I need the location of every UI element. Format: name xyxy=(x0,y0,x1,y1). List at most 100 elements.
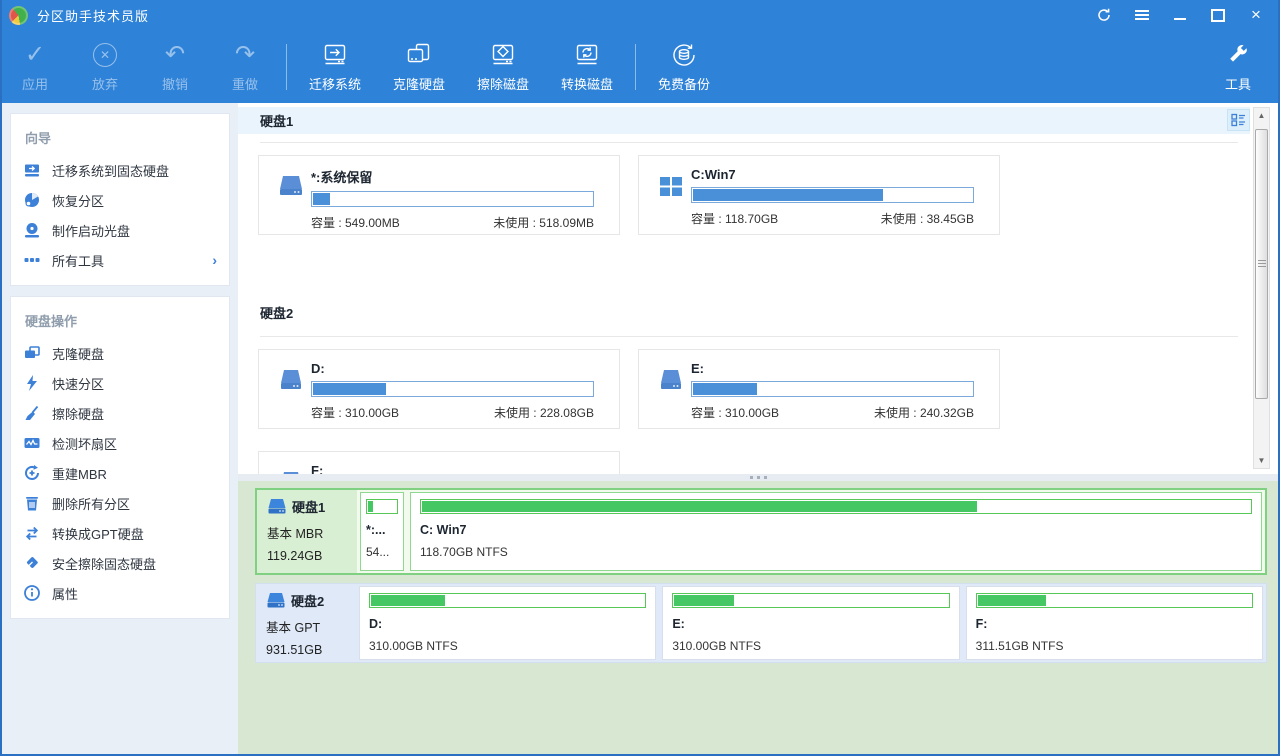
partition-block-system-reserved[interactable]: *:... 54... xyxy=(360,492,404,571)
disk-size: 931.51GB xyxy=(266,643,350,657)
clone-disk-button[interactable]: 克隆硬盘 xyxy=(377,36,461,98)
disk-icon xyxy=(279,175,303,197)
partition-card-c-win7[interactable]: C:Win7 容量 : 118.70GB 未使用 : 38.45GB xyxy=(638,155,1000,235)
disk1-header-band[interactable]: 硬盘1 xyxy=(238,107,1250,134)
sidebar-item-all-tools[interactable]: 所有工具 › xyxy=(23,245,217,275)
minimize-button[interactable] xyxy=(1172,7,1188,23)
discard-button[interactable]: ✕ 放弃 xyxy=(70,36,140,98)
disk-type: 基本 MBR xyxy=(267,523,351,542)
close-button[interactable]: × xyxy=(1248,7,1264,23)
sidebar-item-label: 重建MBR xyxy=(52,464,107,483)
disk1-strip[interactable]: 硬盘1 基本 MBR 119.24GB *:... 54... C: Win7 … xyxy=(255,488,1267,575)
cancel-icon: ✕ xyxy=(93,40,117,70)
sidebar-item-quick-partition[interactable]: 快速分区 xyxy=(23,368,217,398)
toolbar: ✓ 应用 ✕ 放弃 ↶ 撤销 ↷ 重做 迁移系统 xyxy=(0,30,1280,103)
partition-name: F: xyxy=(311,463,594,474)
divider xyxy=(260,336,1238,337)
usage-bar xyxy=(976,593,1253,608)
sidebar-item-convert-to-gpt[interactable]: 转换成GPT硬盘 xyxy=(23,518,217,548)
scroll-up-icon[interactable]: ▲ xyxy=(1254,108,1269,123)
scroll-down-icon[interactable]: ▼ xyxy=(1254,453,1269,468)
scrollbar-thumb[interactable] xyxy=(1255,129,1268,399)
sidebar-item-secure-erase-ssd[interactable]: 安全擦除固态硬盘 xyxy=(23,548,217,578)
list-view-icon xyxy=(1231,113,1246,127)
apply-button[interactable]: ✓ 应用 xyxy=(0,36,70,98)
maximize-button[interactable] xyxy=(1210,7,1226,23)
clone-disk-label: 克隆硬盘 xyxy=(393,74,445,93)
sidebar-item-label: 克隆硬盘 xyxy=(52,344,104,363)
disk1-title: 硬盘1 xyxy=(260,111,293,130)
sidebar-item-label: 转换成GPT硬盘 xyxy=(52,524,144,543)
partition-name: C: Win7 xyxy=(420,523,1252,537)
refresh-icon[interactable] xyxy=(1096,7,1112,23)
vertical-scrollbar[interactable]: ▲ ▼ xyxy=(1253,107,1270,469)
convert-disk-label: 转换磁盘 xyxy=(561,74,613,93)
undo-icon: ↶ xyxy=(165,40,185,70)
disk2-info: 硬盘2 基本 GPT 931.51GB xyxy=(256,584,356,662)
partition-block-c-win7[interactable]: C: Win7 118.70GB NTFS xyxy=(410,492,1262,571)
partition-name: E: xyxy=(691,361,974,376)
sidebar-item-delete-all-partitions[interactable]: 删除所有分区 xyxy=(23,488,217,518)
partition-block-d[interactable]: D: 310.00GB NTFS xyxy=(359,586,656,660)
erase-disk-button[interactable]: 擦除磁盘 xyxy=(461,36,545,98)
sidebar-section-disk-operations: 硬盘操作 克隆硬盘 快速分区 擦除硬盘 xyxy=(10,296,230,619)
capacity-label: 容量 : 549.00MB xyxy=(311,214,400,231)
partition-card-f[interactable]: F: xyxy=(258,451,620,474)
wrench-icon xyxy=(1225,40,1251,70)
usage-bar xyxy=(311,381,594,397)
tools-button[interactable]: 工具 xyxy=(1208,36,1268,98)
disk1-info: 硬盘1 基本 MBR 119.24GB xyxy=(257,490,357,573)
partition-name: F: xyxy=(976,617,1253,631)
redo-label: 重做 xyxy=(232,74,258,93)
sidebar-item-label: 制作启动光盘 xyxy=(52,221,130,240)
sidebar-item-rebuild-mbr[interactable]: 重建MBR xyxy=(23,458,217,488)
free-label: 未使用 : 240.32GB xyxy=(874,404,974,421)
sidebar-item-make-boot-disc[interactable]: 制作启动光盘 xyxy=(23,215,217,245)
partition-name: *:... xyxy=(366,523,398,537)
sidebar-item-clone-disk[interactable]: 克隆硬盘 xyxy=(23,338,217,368)
free-label: 未使用 : 38.45GB xyxy=(881,210,974,227)
boot-disc-icon xyxy=(23,221,41,239)
app-logo-icon xyxy=(9,6,28,25)
usage-bar xyxy=(691,187,974,203)
usage-bar xyxy=(691,381,974,397)
sidebar-item-wipe-disk[interactable]: 擦除硬盘 xyxy=(23,398,217,428)
view-toggle-button[interactable] xyxy=(1227,109,1250,131)
sidebar-item-recover-partition[interactable]: 恢复分区 xyxy=(23,185,217,215)
menu-icon[interactable] xyxy=(1134,7,1150,23)
undo-button[interactable]: ↶ 撤销 xyxy=(140,36,210,98)
partition-card-e[interactable]: E: 容量 : 310.00GB 未使用 : 240.32GB xyxy=(638,349,1000,429)
sidebar-item-label: 属性 xyxy=(52,584,78,603)
sidebar-item-migrate-to-ssd[interactable]: 迁移系统到固态硬盘 xyxy=(23,155,217,185)
disk-clone-icon xyxy=(404,40,434,70)
sidebar-item-check-bad-sectors[interactable]: 检测坏扇区 xyxy=(23,428,217,458)
usage-bar xyxy=(366,499,398,514)
partition-size: 118.70GB NTFS xyxy=(420,545,1252,559)
ellipsis-icon xyxy=(23,251,41,269)
sidebar-item-label: 快速分区 xyxy=(52,374,104,393)
windows-logo-icon xyxy=(659,175,683,197)
convert-disk-button[interactable]: 转换磁盘 xyxy=(545,36,629,98)
sidebar-item-label: 迁移系统到固态硬盘 xyxy=(52,161,169,180)
erase-disk-label: 擦除磁盘 xyxy=(477,74,529,93)
trash-icon xyxy=(23,494,41,512)
disk2-strip[interactable]: 硬盘2 基本 GPT 931.51GB D: 310.00GB NTFS E: … xyxy=(255,583,1267,663)
check-icon: ✓ xyxy=(25,40,45,70)
partition-card-system-reserved[interactable]: *:系统保留 容量 : 549.00MB 未使用 : 518.09MB xyxy=(258,155,620,235)
wave-icon xyxy=(23,434,41,452)
panel-splitter[interactable] xyxy=(238,474,1278,481)
migrate-system-button[interactable]: 迁移系统 xyxy=(293,36,377,98)
pie-restore-icon xyxy=(23,191,41,209)
partition-card-d[interactable]: D: 容量 : 310.00GB 未使用 : 228.08GB xyxy=(258,349,620,429)
sidebar-item-properties[interactable]: 属性 xyxy=(23,578,217,608)
usage-bar xyxy=(369,593,646,608)
app-title: 分区助手技术员版 xyxy=(37,6,149,25)
partition-block-f[interactable]: F: 311.51GB NTFS xyxy=(966,586,1263,660)
sidebar: 向导 迁移系统到固态硬盘 恢复分区 制作启动光盘 xyxy=(2,103,238,754)
capacity-label: 容量 : 310.00GB xyxy=(311,404,399,421)
redo-button[interactable]: ↷ 重做 xyxy=(210,36,280,98)
disk-icon xyxy=(279,369,303,391)
partition-size: 311.51GB NTFS xyxy=(976,639,1253,653)
partition-block-e[interactable]: E: 310.00GB NTFS xyxy=(662,586,959,660)
free-backup-button[interactable]: 免费备份 xyxy=(642,36,726,98)
